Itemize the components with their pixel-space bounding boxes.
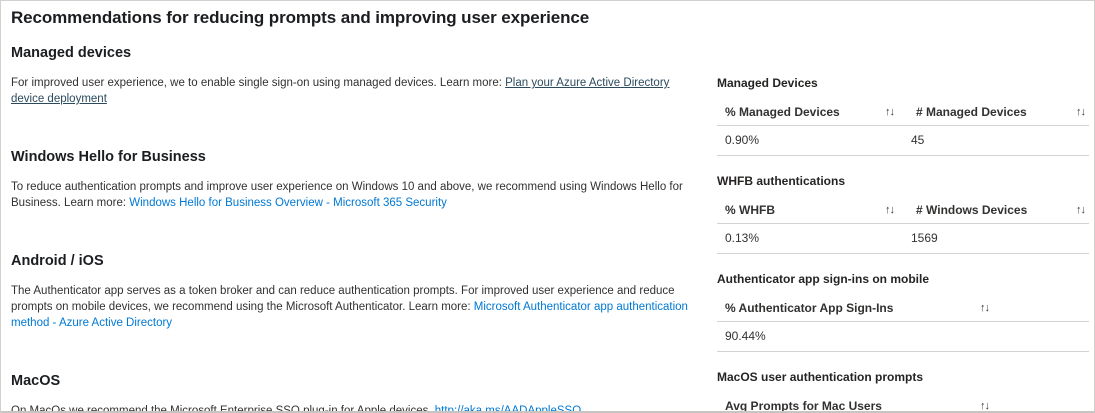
table-header-row: % Authenticator App Sign-Ins ↑↓: [717, 299, 1089, 322]
metrics-column: Managed Devices % Managed Devices ↑↓ # M…: [709, 29, 1095, 413]
section-body: For improved user experience, we to enab…: [11, 75, 703, 107]
section-heading: MacOS: [11, 371, 709, 391]
link-apple-sso[interactable]: http://aka.ms/AADAppleSSO: [435, 405, 581, 413]
sort-icon[interactable]: ↑↓: [885, 203, 894, 217]
column-header-label: # Managed Devices: [916, 105, 1027, 119]
section-managed-devices: Managed devices For improved user experi…: [11, 43, 709, 107]
table-title: Managed Devices: [717, 75, 1089, 91]
column-header-label: % Managed Devices: [725, 105, 840, 119]
section-android-ios: Android / iOS The Authenticator app serv…: [11, 251, 709, 331]
column-header-pct-whfb[interactable]: % WHFB ↑↓: [717, 203, 908, 217]
cell-pct-whfb: 0.13%: [717, 231, 903, 245]
column-header-label: % WHFB: [725, 203, 775, 217]
section-body: The Authenticator app serves as a token …: [11, 283, 703, 331]
table-row: 90.44%: [717, 322, 1089, 352]
table-title: WHFB authentications: [717, 173, 1089, 189]
section-heading: Managed devices: [11, 43, 709, 63]
report-page: Recommendations for reducing prompts and…: [0, 0, 1095, 413]
section-body-text: On MacOs we recommend the Microsoft Ente…: [11, 405, 435, 413]
sort-icon[interactable]: ↑↓: [1076, 203, 1085, 217]
section-heading: Windows Hello for Business: [11, 147, 709, 167]
panel-macos-prompts: MacOS user authentication prompts Avg Pr…: [717, 369, 1089, 413]
sort-icon[interactable]: ↑↓: [980, 399, 989, 413]
link-whfb-overview[interactable]: Windows Hello for Business Overview - Mi…: [129, 197, 447, 209]
column-header-pct-managed-devices[interactable]: % Managed Devices ↑↓: [717, 105, 908, 119]
section-macos: MacOS On MacOs we recommend the Microsof…: [11, 371, 709, 413]
sort-icon[interactable]: ↑↓: [885, 105, 894, 119]
sort-icon[interactable]: ↑↓: [1076, 105, 1085, 119]
cell-pct-managed-devices: 0.90%: [717, 133, 903, 147]
panel-authenticator-signins: Authenticator app sign-ins on mobile % A…: [717, 271, 1089, 352]
section-body: On MacOs we recommend the Microsoft Ente…: [11, 403, 703, 413]
column-header-pct-authenticator-signins[interactable]: % Authenticator App Sign-Ins ↑↓: [717, 301, 989, 315]
sort-icon[interactable]: ↑↓: [980, 301, 989, 315]
recommendations-column: Managed devices For improved user experi…: [11, 29, 709, 413]
panel-whfb-authentications: WHFB authentications % WHFB ↑↓ # Windows…: [717, 173, 1089, 254]
page-title: Recommendations for reducing prompts and…: [11, 7, 1094, 29]
table-header-row: % Managed Devices ↑↓ # Managed Devices ↑…: [717, 103, 1089, 126]
column-header-label: % Authenticator App Sign-Ins: [725, 301, 893, 315]
table-row: 0.90% 45: [717, 126, 1089, 156]
table-title: MacOS user authentication prompts: [717, 369, 1089, 385]
section-body-text: For improved user experience, we to enab…: [11, 77, 505, 89]
column-header-label: Avg Prompts for Mac Users: [725, 399, 882, 413]
column-header-num-windows-devices[interactable]: # Windows Devices ↑↓: [908, 203, 1089, 217]
section-body: To reduce authentication prompts and imp…: [11, 179, 703, 211]
table-header-row: Avg Prompts for Mac Users ↑↓: [717, 397, 1089, 413]
column-header-num-managed-devices[interactable]: # Managed Devices ↑↓: [908, 105, 1089, 119]
cell-num-windows-devices: 1569: [903, 231, 1089, 245]
column-header-avg-prompts-mac[interactable]: Avg Prompts for Mac Users ↑↓: [717, 399, 989, 413]
cell-num-managed-devices: 45: [903, 133, 1089, 147]
section-windows-hello: Windows Hello for Business To reduce aut…: [11, 147, 709, 211]
section-heading: Android / iOS: [11, 251, 709, 271]
column-header-label: # Windows Devices: [916, 203, 1027, 217]
table-row: 0.13% 1569: [717, 224, 1089, 254]
panel-managed-devices: Managed Devices % Managed Devices ↑↓ # M…: [717, 75, 1089, 156]
table-title: Authenticator app sign-ins on mobile: [717, 271, 1089, 287]
table-header-row: % WHFB ↑↓ # Windows Devices ↑↓: [717, 201, 1089, 224]
cell-pct-authenticator-signins: 90.44%: [717, 329, 1089, 343]
